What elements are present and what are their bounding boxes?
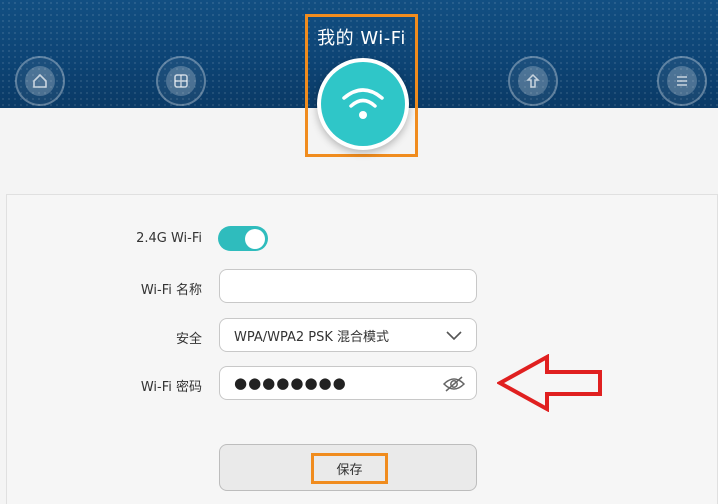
nav-item-devices[interactable] xyxy=(131,0,231,108)
red-arrow-annotation xyxy=(497,354,602,412)
ssid-label: Wi-Fi 名称 xyxy=(140,283,202,298)
tab-my-wifi-title: 我的 Wi-Fi xyxy=(317,28,406,49)
save-highlight[interactable]: 保存 xyxy=(311,453,388,484)
toggle-knob xyxy=(245,228,265,249)
security-select[interactable]: WPA/WPA2 PSK 混合模式 xyxy=(219,318,477,352)
menu-icon[interactable] xyxy=(657,56,707,106)
ssid-input[interactable] xyxy=(219,269,477,303)
password-label: Wi-Fi 密码 xyxy=(140,380,202,395)
wifi-icon xyxy=(342,88,384,119)
chevron-down-icon xyxy=(446,331,462,341)
eye-slash-icon[interactable] xyxy=(442,374,466,394)
nav-item-home[interactable] xyxy=(0,0,90,108)
nav-item-more[interactable] xyxy=(632,0,718,108)
wifi-circle-button[interactable] xyxy=(317,58,409,150)
home-icon[interactable] xyxy=(15,56,65,106)
wifi24-label: 2.4G Wi-Fi xyxy=(136,231,202,246)
security-label: 安全 xyxy=(175,332,202,347)
nav-item-dual-band[interactable] xyxy=(483,0,583,108)
security-value: WPA/WPA2 PSK 混合模式 xyxy=(234,329,390,345)
password-input[interactable]: ●●●●●●●● xyxy=(219,366,477,400)
dual-band-icon[interactable] xyxy=(508,56,558,106)
save-button-label: 保存 xyxy=(336,463,363,478)
tab-my-wifi[interactable]: 我的 Wi-Fi xyxy=(305,14,418,157)
password-value: ●●●●●●●● xyxy=(234,374,347,392)
devices-icon[interactable] xyxy=(156,56,206,106)
wifi24-toggle[interactable] xyxy=(218,226,268,251)
